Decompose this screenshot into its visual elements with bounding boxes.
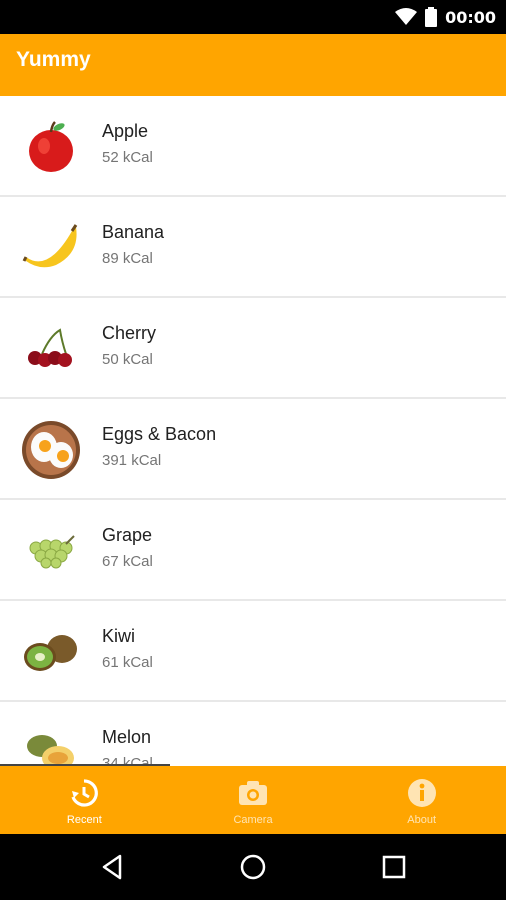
melon-image <box>27 735 74 766</box>
app-title: Yummy <box>16 48 91 71</box>
list-item[interactable]: Cherry 50 kCal <box>0 298 506 399</box>
item-kcal: 89 kCal <box>102 250 153 267</box>
food-list[interactable]: Apple 52 kCal Banana 89 kCal Cherry 50 k… <box>0 96 506 766</box>
item-name: Apple <box>102 121 149 141</box>
list-item[interactable]: Melon 34 kCal <box>0 702 506 766</box>
status-icons: 00:00 <box>395 0 496 34</box>
list-item[interactable]: Grape 67 kCal <box>0 500 506 601</box>
bottom-navigation: Recent Camera About <box>0 766 506 834</box>
status-bar: 00:00 <box>0 0 506 34</box>
nav-label: Camera <box>233 813 273 826</box>
back-icon[interactable] <box>98 852 128 882</box>
system-navigation-bar <box>0 834 506 900</box>
home-icon[interactable] <box>238 852 268 882</box>
kiwi-image <box>24 635 77 671</box>
nav-recent[interactable]: Recent <box>0 766 169 834</box>
banana-image <box>22 224 78 268</box>
item-name: Kiwi <box>102 626 136 646</box>
item-kcal: 52 kCal <box>102 149 153 166</box>
item-name: Melon <box>102 727 152 747</box>
list-item[interactable]: Banana 89 kCal <box>0 197 506 298</box>
app-bar: Yummy <box>0 34 506 96</box>
item-kcal: 61 kCal <box>102 654 153 671</box>
list-item[interactable]: Kiwi 61 kCal <box>0 601 506 702</box>
info-icon <box>407 778 436 807</box>
cherry-image <box>28 328 72 367</box>
nav-camera[interactable]: Camera <box>169 766 338 834</box>
item-name: Grape <box>102 525 153 545</box>
item-kcal: 67 kCal <box>102 553 153 570</box>
item-kcal: 391 kCal <box>102 452 162 469</box>
wifi-icon <box>395 8 418 25</box>
item-name: Eggs & Bacon <box>102 424 217 444</box>
nav-about[interactable]: About <box>337 766 506 834</box>
apple-image <box>29 121 73 172</box>
list-item[interactable]: Apple 52 kCal <box>0 96 506 197</box>
camera-icon <box>239 780 267 805</box>
item-name: Cherry <box>102 323 157 343</box>
nav-label: Recent <box>66 813 102 826</box>
history-icon <box>71 778 99 807</box>
item-kcal: 50 kCal <box>102 351 153 368</box>
grape-image <box>29 535 75 569</box>
status-time: 00:00 <box>445 7 496 27</box>
item-name: Banana <box>102 222 165 242</box>
eggs-bacon-image <box>22 421 80 479</box>
list-item[interactable]: Eggs & Bacon 391 kCal <box>0 399 506 500</box>
battery-icon <box>425 7 438 27</box>
recents-icon[interactable] <box>379 852 409 882</box>
nav-label: About <box>407 813 437 826</box>
